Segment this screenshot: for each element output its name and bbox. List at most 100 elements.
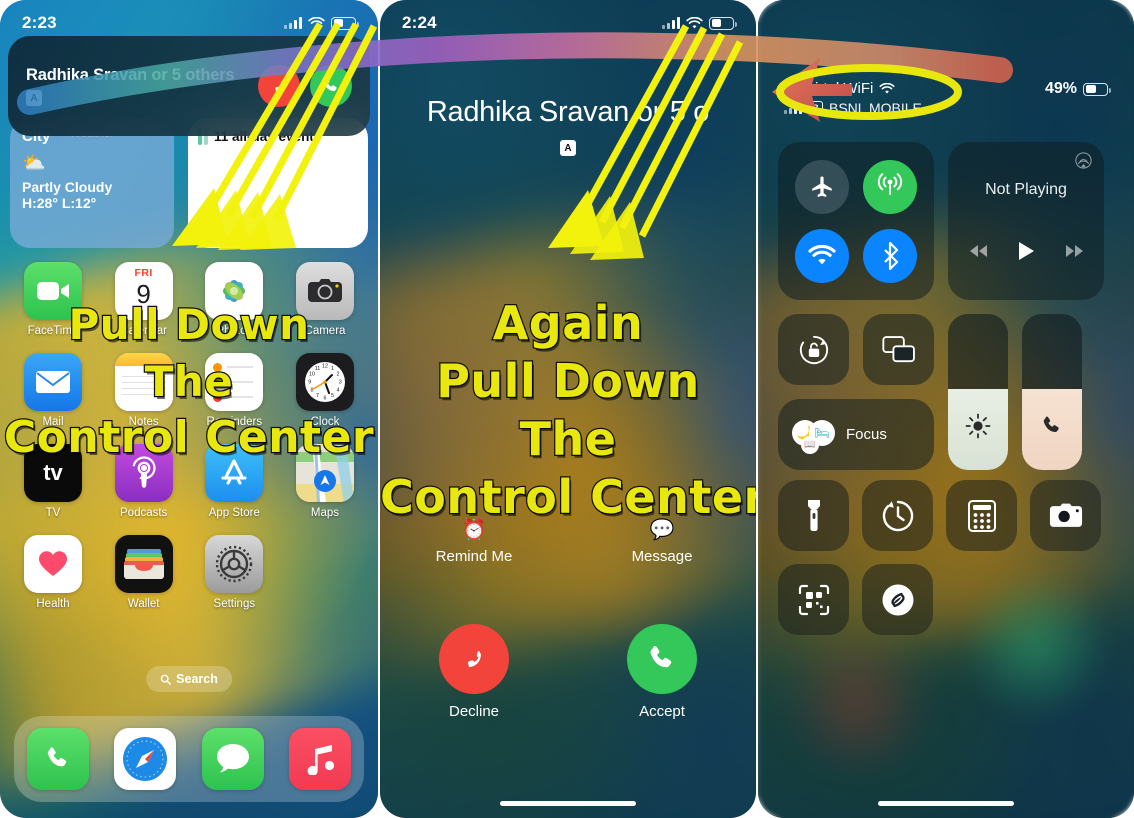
brightness-slider[interactable] <box>948 314 1008 470</box>
focus-toggle[interactable]: 🌙 🛏 📖 Focus <box>778 399 934 470</box>
control-center-grid: Not Playing 🌙 🛏 📖 Focus <box>778 142 1114 470</box>
home-indicator[interactable] <box>500 801 636 806</box>
cellular-signal-icon <box>284 17 302 29</box>
phone-icon[interactable] <box>26 728 89 790</box>
airplane-mode-toggle[interactable] <box>795 159 849 214</box>
banner-decline-button[interactable] <box>258 65 300 107</box>
remind-me-label: Remind Me <box>435 548 513 565</box>
remind-me-action[interactable]: ⏰ Remind Me <box>380 518 568 565</box>
control-center-left-column: 🌙 🛏 📖 Focus <box>778 314 934 470</box>
incoming-call-banner[interactable]: Radhika Sravan or 5 others A <box>8 36 370 136</box>
flashlight-toggle[interactable] <box>778 480 849 551</box>
weather-widget[interactable]: City ⛅ Partly Cloudy H:28° L:12° <box>10 118 174 248</box>
banner-accept-button[interactable] <box>310 65 352 107</box>
screen-mirroring-icon <box>881 335 915 362</box>
bluetooth-icon <box>884 241 899 270</box>
rotation-lock-toggle[interactable] <box>778 314 849 385</box>
app-wallet[interactable]: Wallet <box>105 535 183 610</box>
calculator-button[interactable] <box>946 480 1017 551</box>
decline-action[interactable]: Decline <box>380 624 568 720</box>
home-indicator[interactable] <box>878 801 1014 806</box>
app-label: Wallet <box>127 598 160 610</box>
app-label: Health <box>36 598 70 610</box>
music-icon[interactable] <box>289 728 352 790</box>
accept-button[interactable] <box>627 624 697 694</box>
wifi-carrier-name: Airtel WiFi <box>805 80 874 97</box>
search-pill[interactable]: Search <box>146 666 232 692</box>
cellular-signal-icon <box>784 102 802 114</box>
app-label: App Store <box>208 507 260 519</box>
decline-call-icon <box>275 81 284 91</box>
app-label: TV <box>45 507 61 519</box>
caller-name: Radhika Sravan or 5 o <box>426 96 710 128</box>
settings-icon <box>205 535 264 593</box>
carrier-info: A Airtel WiFi B BSNL MOBILE <box>784 80 922 116</box>
sim-a-badge: A <box>784 81 799 96</box>
play-icon[interactable] <box>1018 241 1035 261</box>
app-label: Podcasts <box>120 507 168 519</box>
book-icon: 📖 <box>801 435 819 454</box>
overlay-text-the: The <box>518 411 617 468</box>
status-bar-home: 2:23 <box>0 10 378 36</box>
overlay-text-control-center: Control Center <box>380 469 756 526</box>
cellular-signal-icon <box>662 17 680 29</box>
control-center-row-1: Not Playing <box>778 142 1114 300</box>
media-playback-card[interactable]: Not Playing <box>948 142 1104 300</box>
accept-action[interactable]: Accept <box>568 624 756 720</box>
connectivity-card <box>778 142 934 300</box>
decline-button[interactable] <box>439 624 509 694</box>
caller-account-badge: A <box>560 140 576 156</box>
message-action[interactable]: 💬 Message <box>568 518 756 565</box>
calendar-widget[interactable]: 11 all-day events <box>188 118 368 248</box>
qr-scanner-button[interactable] <box>778 564 849 635</box>
control-center-row-2: 🌙 🛏 📖 Focus <box>778 314 1114 470</box>
camera-button[interactable] <box>1030 480 1101 551</box>
mobile-carrier-name: BSNL MOBILE <box>829 100 922 116</box>
sim-b-badge: B <box>808 100 823 116</box>
phone-panel-control-center: A Airtel WiFi B BSNL MOBILE 49% Not Play… <box>758 0 1134 818</box>
brightness-icon <box>948 413 1008 444</box>
battery-icon <box>331 16 359 30</box>
flashlight-icon <box>807 499 820 531</box>
app-slot-empty <box>286 535 364 610</box>
timer-icon <box>882 500 913 531</box>
health-icon <box>24 535 82 593</box>
wifi-toggle[interactable] <box>795 228 849 283</box>
battery-icon <box>709 16 737 30</box>
phone-panel-incoming-call: 2:24 Radhika Sravan or 5 o A ⏰ Remind Me… <box>380 0 756 818</box>
app-settings[interactable]: Settings <box>195 535 273 610</box>
wallet-icon <box>114 535 173 593</box>
rewind-icon[interactable] <box>969 244 988 258</box>
volume-slider[interactable] <box>1022 314 1082 470</box>
mobile-carrier-line: B BSNL MOBILE <box>784 100 922 116</box>
media-title: Not Playing <box>985 181 1067 198</box>
control-center-status: A Airtel WiFi B BSNL MOBILE 49% <box>758 80 1134 116</box>
focus-icons: 🌙 🛏 📖 <box>792 418 836 454</box>
small-toggle-row <box>778 314 934 385</box>
shazam-icon <box>882 584 913 615</box>
phone-panel-home-screen: 2:23 Radhika Sravan or 5 others A City ⛅… <box>0 0 378 818</box>
calendar-weekday: FRI <box>134 267 153 279</box>
airplane-icon <box>812 175 832 197</box>
messages-icon[interactable] <box>201 728 264 790</box>
accept-call-icon <box>650 645 672 668</box>
message-label: Message <box>631 548 693 565</box>
bluetooth-toggle[interactable] <box>863 228 917 283</box>
safari-icon[interactable] <box>114 728 177 790</box>
banner-account-badge: A <box>26 90 42 106</box>
fast-forward-icon[interactable] <box>1065 244 1084 258</box>
app-health[interactable]: Health <box>14 535 92 610</box>
primary-call-actions: Decline Accept <box>380 624 756 720</box>
app-label: Settings <box>213 598 256 610</box>
partly-cloudy-icon: ⛅ <box>22 153 46 174</box>
overlay-text-control-center: Control Center <box>3 411 375 465</box>
weather-temps: H:28° L:12° <box>22 195 97 211</box>
timer-button[interactable] <box>862 480 933 551</box>
shazam-button[interactable] <box>862 564 933 635</box>
screen-mirroring-toggle[interactable] <box>863 314 934 385</box>
decline-call-icon <box>468 651 481 668</box>
cellular-data-toggle[interactable] <box>863 159 917 214</box>
airplay-icon[interactable] <box>1075 152 1092 169</box>
accept-label: Accept <box>639 703 685 720</box>
wifi-icon <box>808 244 836 264</box>
